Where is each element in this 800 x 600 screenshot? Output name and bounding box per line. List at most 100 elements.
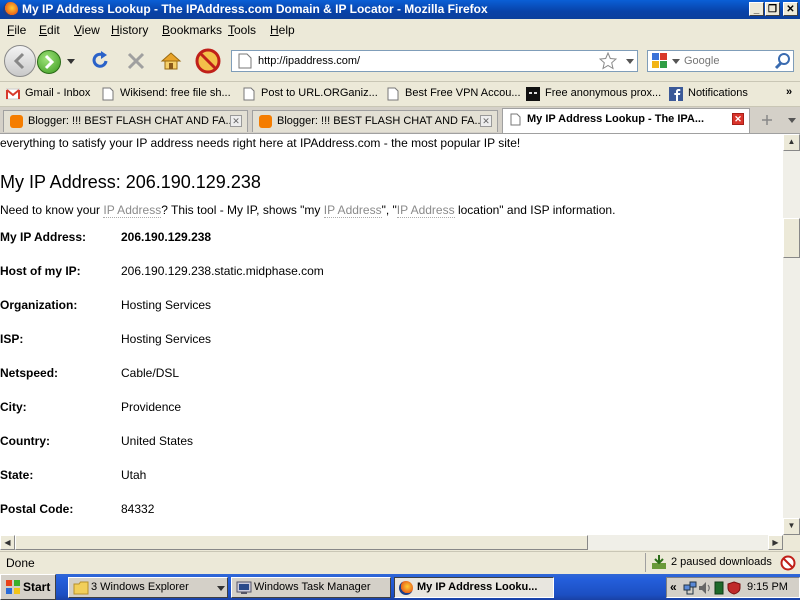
window-title-bar[interactable]: My IP Address Lookup - The IPAddress.com… [0, 0, 800, 19]
page-content: everything to satisfy your IP address ne… [0, 134, 783, 535]
google-engine-icon[interactable] [651, 52, 669, 70]
ip-address-link[interactable]: IP Address [103, 203, 162, 218]
ip-address-link[interactable]: IP Address [323, 203, 382, 218]
ip-address-link[interactable]: IP Address [396, 203, 455, 218]
description-text: Need to know your IP Address? This tool … [0, 203, 616, 218]
bookmark-wikisend[interactable]: Wikisend: free file sh... [101, 86, 233, 102]
vertical-scrollbar[interactable]: ▲ ▼ [783, 134, 800, 535]
tab-list-dropdown-icon[interactable] [787, 117, 797, 125]
taskbar-task-manager[interactable]: Windows Task Manager [231, 577, 391, 598]
search-icon[interactable] [774, 52, 792, 70]
info-row-label: ISP: [0, 332, 24, 346]
blocker-icon[interactable] [195, 48, 221, 74]
blogger-icon [259, 115, 272, 128]
firefox-icon [399, 581, 413, 595]
taskbar-windows-explorer[interactable]: 3 Windows Explorer [68, 577, 228, 598]
minimize-button[interactable]: _ [749, 2, 764, 16]
info-row-value: Utah [121, 468, 147, 482]
tab-blogger-2[interactable]: Blogger: !!! BEST FLASH CHAT AND FA... ✕ [252, 110, 498, 132]
info-row-label: Host of my IP: [0, 264, 81, 278]
blocked-icon[interactable] [780, 555, 796, 571]
folder-icon [73, 581, 89, 595]
url-input[interactable] [258, 53, 588, 69]
bookmark-gmail[interactable]: Gmail - Inbox [6, 86, 94, 102]
page-heading: My IP Address: 206.190.129.238 [0, 172, 261, 192]
forward-button[interactable] [37, 50, 61, 74]
menu-file[interactable]: File [7, 23, 26, 37]
info-row-label: City: [0, 400, 27, 414]
tab-close-icon[interactable]: ✕ [732, 113, 744, 125]
facebook-icon [669, 87, 683, 101]
scroll-left-button[interactable]: ◀ [0, 535, 15, 550]
scroll-up-button[interactable]: ▲ [783, 134, 800, 151]
security-shield-icon[interactable] [727, 581, 741, 595]
tab-ip-lookup[interactable]: My IP Address Lookup - The IPA... ✕ [502, 108, 750, 133]
blogger-icon [10, 115, 23, 128]
window-title: My IP Address Lookup - The IPAddress.com… [22, 2, 488, 16]
scroll-thumb[interactable] [783, 218, 800, 258]
speaker-icon[interactable] [698, 581, 712, 595]
app-tray-icon[interactable] [714, 581, 724, 595]
tray-expand-button[interactable]: « [670, 580, 677, 594]
menu-view[interactable]: View [74, 23, 100, 37]
tab-close-icon[interactable]: ✕ [480, 115, 492, 127]
reload-icon[interactable] [89, 50, 111, 72]
maximize-button[interactable]: ❐ [765, 2, 780, 16]
bookmark-vpn[interactable]: Best Free VPN Accou... [386, 86, 521, 102]
menu-tools[interactable]: Tools [228, 23, 256, 37]
info-row-value: Hosting Services [121, 298, 212, 312]
bookmarks-overflow-button[interactable]: » [786, 86, 798, 102]
history-dropdown-icon[interactable] [66, 58, 76, 66]
menu-edit[interactable]: Edit [39, 23, 60, 37]
search-input[interactable] [684, 53, 772, 69]
stop-icon[interactable] [125, 50, 147, 72]
back-button[interactable] [4, 45, 36, 77]
menu-history[interactable]: History [111, 23, 148, 37]
tab-blogger-1[interactable]: Blogger: !!! BEST FLASH CHAT AND FA... ✕ [3, 110, 248, 132]
bookmark-notifications[interactable]: Notifications [669, 86, 751, 102]
page-icon [102, 87, 114, 101]
tab-bar: Blogger: !!! BEST FLASH CHAT AND FA... ✕… [0, 107, 800, 134]
info-row-label: Country: [0, 434, 50, 448]
info-row-label: Netspeed: [0, 366, 59, 380]
proxy-site-icon [526, 87, 540, 101]
menu-help[interactable]: Help [270, 23, 295, 37]
home-icon[interactable] [160, 50, 182, 72]
info-row-value: Providence [121, 400, 182, 414]
close-button[interactable]: ✕ [783, 2, 798, 16]
address-bar[interactable] [231, 50, 638, 72]
horizontal-scrollbar[interactable]: ◀ ▶ [0, 535, 783, 550]
bookmark-star-icon[interactable] [599, 52, 617, 70]
back-arrow-icon [13, 52, 25, 70]
menu-bookmarks[interactable]: Bookmarks [162, 23, 222, 37]
gmail-icon [6, 88, 20, 100]
bookmark-proxy[interactable]: Free anonymous prox... [526, 86, 662, 102]
horizontal-scroll-thumb[interactable] [15, 535, 588, 550]
taskbar-firefox[interactable]: My IP Address Looku... [394, 577, 554, 598]
page-icon [387, 87, 399, 101]
scroll-down-button[interactable]: ▼ [783, 518, 800, 535]
network-icon[interactable] [683, 581, 697, 595]
scroll-right-button[interactable]: ▶ [768, 535, 783, 550]
system-tray: « 9:15 PM [666, 577, 800, 598]
downloads-status[interactable]: 2 paused downloads [645, 553, 776, 572]
url-dropdown-icon[interactable] [625, 58, 635, 66]
info-row-label: My IP Address: [0, 230, 87, 244]
status-text: Done [6, 556, 35, 570]
info-row-value: Hosting Services [121, 332, 212, 346]
start-button[interactable]: Start [0, 574, 56, 600]
download-icon [652, 555, 666, 569]
bookmark-url-organizer[interactable]: Post to URL.ORGaniz... [242, 86, 378, 102]
info-row-value: 206.190.129.238 [121, 230, 212, 244]
engine-dropdown-icon[interactable] [672, 59, 680, 65]
tab-close-icon[interactable]: ✕ [230, 115, 242, 127]
info-row-label: Organization: [0, 298, 78, 312]
info-row-value: United States [121, 434, 194, 448]
info-row-label: State: [0, 468, 34, 482]
new-tab-icon[interactable] [760, 113, 774, 127]
firefox-icon [3, 2, 18, 17]
page-icon [238, 53, 252, 69]
search-bar[interactable] [647, 50, 794, 72]
info-row-value: 84332 [121, 502, 155, 516]
forward-arrow-icon [44, 54, 55, 70]
